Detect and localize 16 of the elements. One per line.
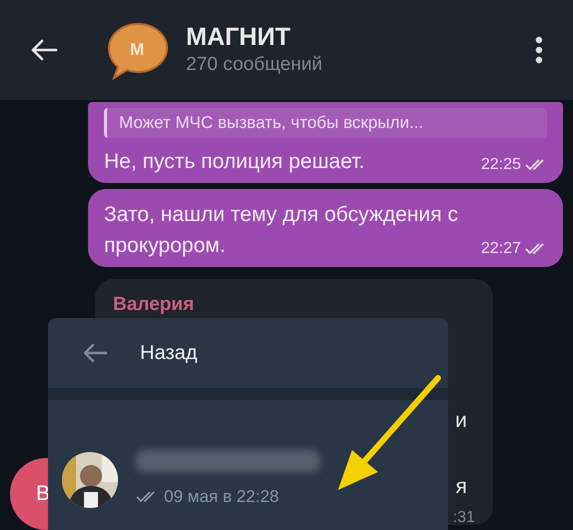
message-count: 270 сообщений <box>186 53 322 77</box>
channel-avatar[interactable]: М <box>106 20 170 80</box>
avatar-initial: М <box>130 39 144 61</box>
message-text: Зато, нашли тему для обсуждения с прокурором. <box>104 202 460 258</box>
back-menu-item[interactable]: Назад <box>140 338 198 368</box>
chat-title: МАГНИТ <box>186 22 292 52</box>
message-time: :31 <box>452 508 475 528</box>
view-date: 09 мая в 22:28 <box>164 486 279 508</box>
message-time: 22:27 <box>480 238 521 258</box>
message-text: и <box>455 408 467 434</box>
message-time: 22:25 <box>480 154 521 174</box>
message-text: я <box>456 474 467 500</box>
message-text: Не, пусть полиция решает. <box>104 148 366 174</box>
more-menu-icon[interactable] <box>535 36 543 64</box>
sender-name: Валерия <box>113 292 196 316</box>
reply-quote[interactable]: Может МЧС вызвать, чтобы вскрыли... <box>104 108 547 138</box>
